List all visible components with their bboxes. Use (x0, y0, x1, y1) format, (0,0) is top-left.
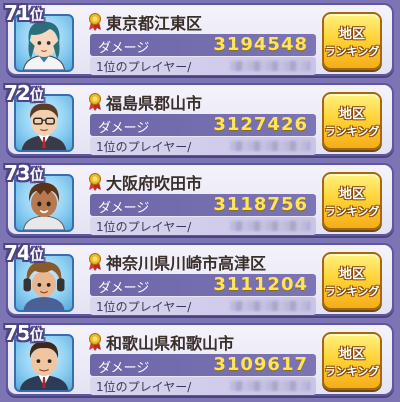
area-name: 神奈川県川崎市高津区 (106, 254, 267, 273)
damage-row: ダメージ 3111204 (90, 274, 316, 296)
rank-badge: 71位 (4, 1, 44, 25)
rank-badge: 72位 (4, 81, 44, 105)
rank-badge: 74位 (4, 241, 44, 265)
damage-label: ダメージ (98, 41, 150, 56)
damage-row: ダメージ 3118756 (90, 194, 316, 216)
button-label-line2: ランキング (324, 205, 380, 218)
rank-badge: 75位 (4, 321, 44, 345)
area-name: 福島県郡山市 (106, 94, 203, 113)
district-ranking-button[interactable]: 地区 ランキング (322, 92, 382, 150)
damage-value: 3194548 (213, 34, 308, 55)
district-ranking-button[interactable]: 地区 ランキング (322, 12, 382, 70)
medal-icon (88, 13, 102, 31)
button-label-line2: ランキング (324, 125, 380, 138)
damage-label: ダメージ (98, 361, 150, 376)
top-player-row: 1位のプレイヤー/ (90, 217, 316, 235)
button-label-line2: ランキング (324, 365, 380, 378)
damage-value: 3118756 (213, 194, 308, 215)
rank-suffix: 位 (29, 248, 44, 264)
damage-label: ダメージ (98, 281, 150, 296)
top-player-row: 1位のプレイヤー/ (90, 377, 316, 395)
damage-value: 3127426 (213, 114, 308, 135)
rank-number: 71 (4, 1, 31, 25)
blurred-player-name (230, 221, 310, 231)
top-player-label: 1位のプレイヤー/ (96, 220, 192, 234)
medal-icon (88, 333, 102, 351)
button-label-line1: 地区 (338, 267, 365, 282)
top-player-row: 1位のプレイヤー/ (90, 137, 316, 155)
top-player-row: 1位のプレイヤー/ (90, 57, 316, 75)
damage-value: 3111204 (213, 274, 308, 295)
rank-number: 72 (4, 81, 31, 105)
medal-icon (88, 173, 102, 191)
rank-suffix: 位 (29, 8, 44, 24)
damage-label: ダメージ (98, 201, 150, 216)
top-player-label: 1位のプレイヤー/ (96, 140, 192, 154)
button-label-line2: ランキング (324, 45, 380, 58)
rank-number: 75 (4, 321, 31, 345)
ranking-row: 72位 福島県郡山市 ダメージ 3127426 1位のプレイヤー/地区 ランキング (0, 81, 400, 158)
damage-row: ダメージ 3194548 (90, 34, 316, 56)
button-label-line1: 地区 (338, 187, 365, 202)
top-player-label: 1位のプレイヤー/ (96, 380, 192, 394)
ranking-list: 71位 東京都江東区 ダメージ 3194548 1位のプレイヤー/地区 ランキング 72位福… (0, 0, 400, 402)
ranking-row: 74位 神奈川県川崎市高津区 ダメージ 3111204 1位のプレイヤー/地区 ランキング (0, 241, 400, 318)
district-ranking-button[interactable]: 地区 ランキング (322, 172, 382, 230)
ranking-row: 75位 和歌山県和歌山市 ダメージ 3109617 1位のプレイヤー/地区 ランキング (0, 321, 400, 398)
medal-icon (88, 253, 102, 271)
rank-badge: 73位 (4, 161, 44, 185)
button-label-line1: 地区 (338, 347, 365, 362)
area-name: 大阪府吹田市 (106, 174, 203, 193)
top-player-label: 1位のプレイヤー/ (96, 60, 192, 74)
button-label-line2: ランキング (324, 285, 380, 298)
blurred-player-name (230, 141, 310, 151)
damage-row: ダメージ 3127426 (90, 114, 316, 136)
rank-number: 73 (4, 161, 31, 185)
rank-number: 74 (4, 241, 31, 265)
blurred-player-name (230, 301, 310, 311)
area-name: 和歌山県和歌山市 (106, 334, 235, 353)
blurred-player-name (230, 61, 310, 71)
blurred-player-name (230, 381, 310, 391)
district-ranking-button[interactable]: 地区 ランキング (322, 332, 382, 390)
button-label-line1: 地区 (338, 27, 365, 42)
damage-value: 3109617 (213, 354, 308, 375)
button-label-line1: 地区 (338, 107, 365, 122)
rank-suffix: 位 (29, 88, 44, 104)
district-ranking-button[interactable]: 地区 ランキング (322, 252, 382, 310)
top-player-row: 1位のプレイヤー/ (90, 297, 316, 315)
area-name: 東京都江東区 (106, 14, 203, 33)
ranking-row: 73位 大阪府吹田市 ダメージ 3118756 1位のプレイヤー/地区 ランキング (0, 161, 400, 238)
damage-row: ダメージ 3109617 (90, 354, 316, 376)
top-player-label: 1位のプレイヤー/ (96, 300, 192, 314)
medal-icon (88, 93, 102, 111)
ranking-row: 71位 東京都江東区 ダメージ 3194548 1位のプレイヤー/地区 ランキング (0, 1, 400, 78)
damage-label: ダメージ (98, 121, 150, 136)
rank-suffix: 位 (29, 328, 44, 344)
rank-suffix: 位 (29, 168, 44, 184)
